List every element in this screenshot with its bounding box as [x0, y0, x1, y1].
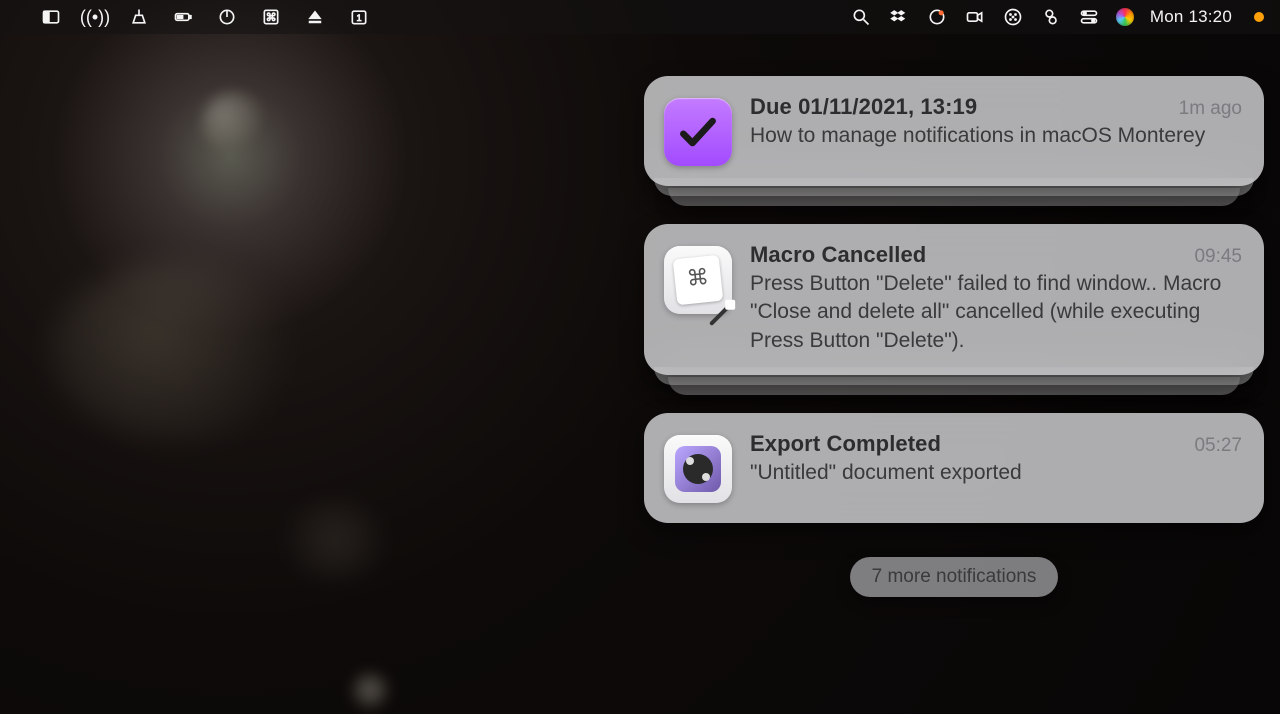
dropbox-icon[interactable] — [888, 6, 910, 28]
keyboard-maestro-app-icon — [664, 246, 732, 314]
command-icon[interactable]: ⌘ — [260, 6, 282, 28]
notification-center: Due 01/11/2021, 13:19 1m ago How to mana… — [644, 76, 1264, 597]
eject-icon[interactable] — [304, 6, 326, 28]
notification-stack-keyboard-maestro[interactable]: Macro Cancelled 09:45 Press Button "Dele… — [644, 224, 1264, 375]
notification-card[interactable]: Export Completed 05:27 "Untitled" docume… — [644, 413, 1264, 523]
more-notifications-button[interactable]: 7 more notifications — [850, 557, 1059, 597]
link-icon[interactable] — [1040, 6, 1062, 28]
notification-stack-omnifocus[interactable]: Due 01/11/2021, 13:19 1m ago How to mana… — [644, 76, 1264, 186]
calendar-icon[interactable]: 1 — [348, 6, 370, 28]
grid-icon[interactable] — [1002, 6, 1024, 28]
battery-icon[interactable] — [172, 6, 194, 28]
notification-title: Due 01/11/2021, 13:19 — [750, 94, 977, 120]
siri-icon[interactable] — [1116, 8, 1134, 26]
svg-text:⌘: ⌘ — [266, 12, 277, 24]
record-status-icon[interactable] — [926, 6, 948, 28]
notification-time: 05:27 — [1194, 435, 1242, 457]
notification-card[interactable]: Macro Cancelled 09:45 Press Button "Dele… — [644, 224, 1264, 375]
video-icon[interactable] — [964, 6, 986, 28]
notification-body: How to manage notifications in macOS Mon… — [750, 122, 1242, 150]
clean-icon[interactable] — [128, 6, 150, 28]
menu-clock[interactable]: Mon 13:20 — [1150, 7, 1232, 27]
notification-body: "Untitled" document exported — [750, 459, 1242, 487]
notification-card[interactable]: Due 01/11/2021, 13:19 1m ago How to mana… — [644, 76, 1264, 186]
screenflow-app-icon — [664, 435, 732, 503]
power-icon[interactable] — [216, 6, 238, 28]
notification-title: Export Completed — [750, 431, 941, 457]
search-icon[interactable] — [850, 6, 872, 28]
notification-time: 09:45 — [1194, 246, 1242, 268]
toggles-icon[interactable] — [1078, 6, 1100, 28]
broadcast-icon[interactable]: ((•)) — [84, 6, 106, 28]
notification-time: 1m ago — [1179, 98, 1242, 120]
dash-icon[interactable] — [40, 6, 62, 28]
menu-bar: ((•)) ⌘ 1 Mon 13:20 — [0, 0, 1280, 34]
notification-body: Press Button "Delete" failed to find win… — [750, 270, 1242, 355]
indicator-dot-icon — [1254, 12, 1264, 22]
svg-text:1: 1 — [356, 13, 361, 23]
omnifocus-app-icon — [664, 98, 732, 166]
notification-title: Macro Cancelled — [750, 242, 926, 268]
notification-screenflow[interactable]: Export Completed 05:27 "Untitled" docume… — [644, 413, 1264, 523]
